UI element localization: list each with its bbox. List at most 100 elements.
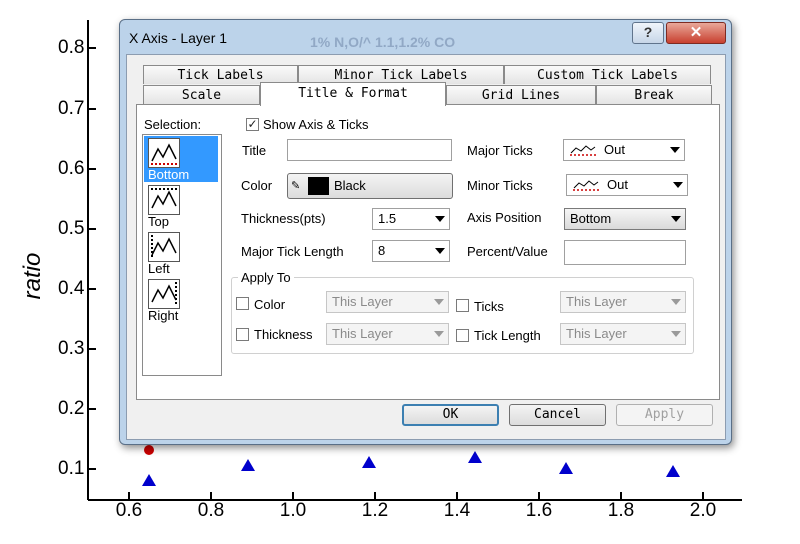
- minor-ticks-value: Out: [607, 177, 628, 192]
- selection-item-bottom[interactable]: Bottom: [144, 136, 218, 182]
- help-button[interactable]: ?: [632, 22, 664, 44]
- chevron-down-icon: [670, 147, 680, 153]
- apply-color-select[interactable]: This Layer: [326, 291, 449, 313]
- percent-value-label: Percent/Value: [467, 244, 548, 259]
- selection-label: Selection:: [144, 117, 202, 132]
- tick-style-icon: [570, 145, 596, 156]
- axis-position-label: Axis Position: [467, 210, 542, 225]
- selection-item-label: Left: [148, 261, 170, 276]
- axis-left-icon: [148, 232, 180, 262]
- y-tick-label: 0.8: [58, 37, 85, 58]
- apply-color-checkbox[interactable]: [236, 297, 249, 310]
- x-tick-label: 2.0: [689, 500, 717, 521]
- selection-item-label: Bottom: [148, 167, 190, 182]
- selection-item-right[interactable]: Right: [144, 277, 218, 323]
- blue-data-marker: [468, 451, 482, 463]
- dialog-titlebar[interactable]: X Axis - Layer 1 1% N,O/^ 1.1,1.2% CO ? …: [120, 20, 731, 54]
- thickness-label: Thickness(pts): [241, 211, 326, 226]
- y-tick-label: 0.4: [58, 278, 85, 299]
- chevron-down-icon: [435, 216, 445, 222]
- selection-list[interactable]: Bottom Top Left Right: [142, 134, 222, 376]
- dialog-title: X Axis - Layer 1: [129, 30, 228, 46]
- major-ticks-select[interactable]: Out: [563, 139, 685, 161]
- x-tick-label: 1.8: [607, 500, 635, 521]
- chevron-down-icon: [673, 182, 683, 188]
- title-input[interactable]: [287, 139, 452, 161]
- y-axis-label: ratio: [19, 252, 46, 300]
- major-tick-length-select[interactable]: 8: [372, 240, 450, 262]
- red-data-marker: [144, 445, 154, 455]
- selection-item-label: Right: [148, 308, 179, 323]
- color-value: Black: [334, 178, 366, 193]
- major-tick-length-value: 8: [378, 243, 386, 258]
- axis-right-icon: [148, 279, 180, 309]
- chevron-down-icon: [434, 331, 444, 337]
- y-tick-label: 0.5: [58, 218, 85, 239]
- blue-data-marker: [559, 462, 573, 474]
- apply-thickness-value: This Layer: [332, 326, 393, 341]
- x-tick-label: 1.0: [279, 500, 307, 521]
- minor-ticks-label: Minor Ticks: [467, 178, 533, 193]
- chevron-down-icon: [671, 216, 681, 222]
- apply-tick-length-select[interactable]: This Layer: [560, 323, 686, 345]
- apply-thickness-checkbox[interactable]: [236, 328, 249, 341]
- axis-position-select[interactable]: Bottom: [564, 208, 686, 230]
- y-tick-label: 0.6: [58, 158, 85, 179]
- chevron-down-icon: [671, 331, 681, 337]
- x-tick-label: 0.6: [115, 500, 143, 521]
- tab-title-format[interactable]: Title & Format: [260, 82, 446, 106]
- color-swatch: [308, 177, 329, 195]
- x-tick-label: 1.4: [443, 500, 471, 521]
- show-axis-checkbox[interactable]: ✓: [246, 118, 259, 131]
- x-tick-label: 1.2: [361, 500, 389, 521]
- thickness-select[interactable]: 1.5: [372, 208, 450, 230]
- thickness-value: 1.5: [378, 211, 397, 226]
- apply-ticks-select[interactable]: This Layer: [560, 291, 686, 313]
- apply-ticks-value: This Layer: [566, 294, 627, 309]
- axis-top-icon: [148, 185, 180, 215]
- y-tick-label: 0.7: [58, 98, 85, 119]
- apply-color-value: This Layer: [332, 294, 393, 309]
- apply-thickness-select[interactable]: This Layer: [326, 323, 449, 345]
- x-tick-label: 1.6: [525, 500, 553, 521]
- apply-color-label: Color: [254, 297, 286, 312]
- apply-button[interactable]: Apply: [616, 404, 713, 426]
- apply-tick-length-label: Tick Length: [474, 328, 541, 343]
- apply-thickness-label: Thickness: [254, 327, 313, 342]
- major-tick-length-label: Major Tick Length: [241, 244, 344, 259]
- apply-ticks-label: Ticks: [474, 299, 504, 314]
- color-label: Color: [241, 178, 273, 193]
- percent-value-input[interactable]: [564, 240, 686, 265]
- selection-item-label: Top: [148, 214, 169, 229]
- chevron-down-icon: [434, 299, 444, 305]
- blue-data-marker: [666, 465, 680, 477]
- selection-item-left[interactable]: Left: [144, 230, 218, 276]
- x-tick-label: 0.8: [197, 500, 225, 521]
- cancel-button[interactable]: Cancel: [509, 404, 606, 426]
- axis-position-value: Bottom: [570, 211, 612, 226]
- pencil-icon: ✎: [291, 180, 301, 192]
- close-button[interactable]: ✕: [666, 22, 726, 44]
- blue-data-marker: [142, 474, 156, 486]
- y-tick-label: 0.1: [58, 458, 85, 479]
- major-ticks-value: Out: [604, 142, 625, 157]
- y-tick-label: 0.2: [58, 398, 85, 419]
- ok-button[interactable]: OK: [402, 404, 499, 426]
- tick-style-icon: [573, 180, 599, 191]
- title-label: Title: [242, 143, 267, 158]
- minor-ticks-select[interactable]: Out: [566, 174, 688, 196]
- show-axis-label: Show Axis & Ticks: [263, 117, 369, 132]
- blue-data-marker: [241, 459, 255, 471]
- blue-data-marker: [362, 456, 376, 468]
- apply-to-label: Apply To: [238, 270, 294, 285]
- tab-panel-container: Selection: Bottom Top Left Right ✓ Show …: [126, 54, 724, 438]
- axis-bottom-icon: [148, 138, 180, 168]
- selection-item-top[interactable]: Top: [144, 183, 218, 229]
- apply-ticks-checkbox[interactable]: [456, 299, 469, 312]
- chevron-down-icon: [435, 248, 445, 254]
- background-title-ghost: 1% N,O/^ 1.1,1.2% CO: [310, 34, 456, 50]
- color-picker-button[interactable]: ✎ Black: [287, 173, 453, 199]
- apply-tick-length-value: This Layer: [566, 326, 627, 341]
- apply-tick-length-checkbox[interactable]: [456, 329, 469, 342]
- major-ticks-label: Major Ticks: [467, 143, 533, 158]
